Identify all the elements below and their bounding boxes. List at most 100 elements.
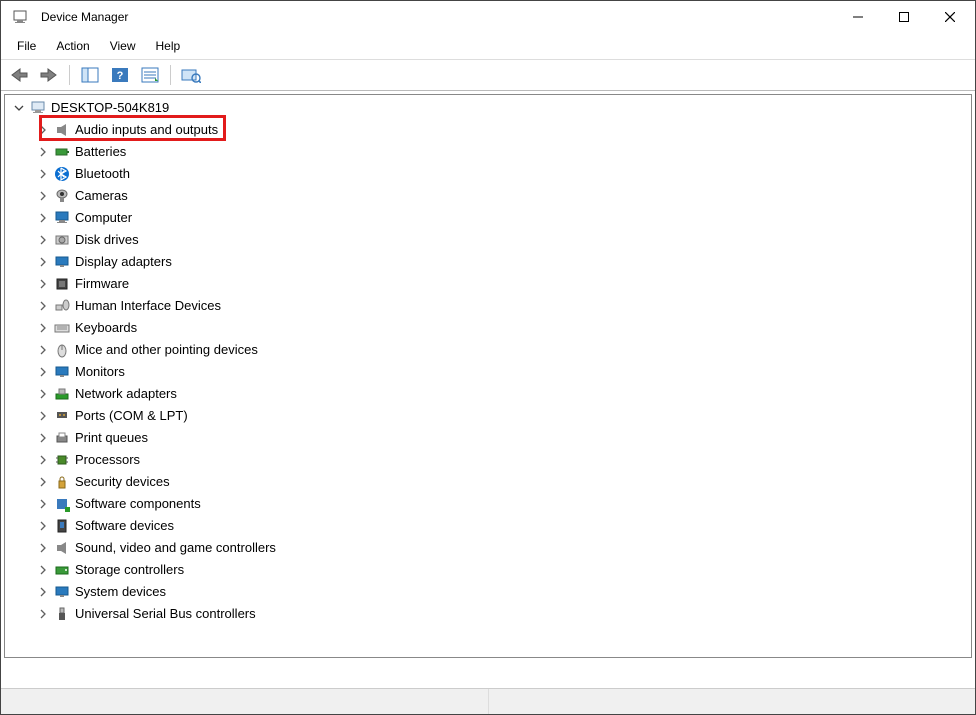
- toolbar-separator: [170, 65, 171, 85]
- chevron-right-icon[interactable]: [37, 344, 49, 356]
- tree-item-label: Batteries: [75, 141, 126, 163]
- tree-item[interactable]: Software components: [5, 493, 971, 515]
- category-icon: [53, 561, 71, 579]
- category-icon: [53, 495, 71, 513]
- chevron-right-icon[interactable]: [37, 432, 49, 444]
- toolbar: ?: [1, 60, 975, 91]
- category-icon: [53, 209, 71, 227]
- category-icon: [53, 341, 71, 359]
- category-icon: [53, 517, 71, 535]
- window-title: Device Manager: [41, 10, 128, 24]
- menu-file[interactable]: File: [9, 35, 44, 57]
- chevron-right-icon[interactable]: [37, 190, 49, 202]
- tree-item[interactable]: Security devices: [5, 471, 971, 493]
- tree-item[interactable]: Audio inputs and outputs: [5, 119, 971, 141]
- tree-item-label: Security devices: [75, 471, 170, 493]
- tree-item[interactable]: Mice and other pointing devices: [5, 339, 971, 361]
- chevron-right-icon[interactable]: [37, 300, 49, 312]
- chevron-right-icon[interactable]: [37, 278, 49, 290]
- tree-item[interactable]: Software devices: [5, 515, 971, 537]
- chevron-right-icon[interactable]: [37, 124, 49, 136]
- back-button[interactable]: [7, 64, 31, 86]
- chevron-right-icon[interactable]: [37, 388, 49, 400]
- maximize-button[interactable]: [881, 2, 927, 32]
- tree-item[interactable]: Processors: [5, 449, 971, 471]
- category-icon: [53, 121, 71, 139]
- chevron-right-icon[interactable]: [37, 146, 49, 158]
- category-icon: [53, 429, 71, 447]
- tree-root[interactable]: DESKTOP-504K819: [5, 97, 971, 119]
- svg-text:?: ?: [117, 70, 124, 82]
- chevron-right-icon[interactable]: [37, 564, 49, 576]
- chevron-right-icon[interactable]: [37, 498, 49, 510]
- properties-button[interactable]: [138, 64, 162, 86]
- chevron-right-icon[interactable]: [37, 234, 49, 246]
- tree-item[interactable]: Network adapters: [5, 383, 971, 405]
- tree-item-label: Cameras: [75, 185, 128, 207]
- tree-item-label: Ports (COM & LPT): [75, 405, 188, 427]
- tree-item[interactable]: Firmware: [5, 273, 971, 295]
- statusbar: [1, 688, 975, 714]
- forward-button[interactable]: [37, 64, 61, 86]
- category-icon: [53, 539, 71, 557]
- chevron-right-icon[interactable]: [37, 608, 49, 620]
- chevron-right-icon[interactable]: [37, 322, 49, 334]
- tree-item-label: Disk drives: [75, 229, 139, 251]
- category-icon: [53, 165, 71, 183]
- category-icon: [53, 319, 71, 337]
- tree-item[interactable]: Disk drives: [5, 229, 971, 251]
- tree-item[interactable]: Monitors: [5, 361, 971, 383]
- tree-item-label: Software devices: [75, 515, 174, 537]
- chevron-right-icon[interactable]: [37, 454, 49, 466]
- tree-item[interactable]: Cameras: [5, 185, 971, 207]
- show-hide-console-button[interactable]: [78, 64, 102, 86]
- scan-hardware-button[interactable]: [179, 64, 203, 86]
- chevron-right-icon[interactable]: [37, 366, 49, 378]
- tree-item[interactable]: Print queues: [5, 427, 971, 449]
- chevron-right-icon[interactable]: [37, 212, 49, 224]
- tree-item[interactable]: Sound, video and game controllers: [5, 537, 971, 559]
- tree-item-label: Firmware: [75, 273, 129, 295]
- chevron-down-icon[interactable]: [13, 102, 25, 114]
- close-button[interactable]: [927, 2, 973, 32]
- tree-item[interactable]: Storage controllers: [5, 559, 971, 581]
- toolbar-separator: [69, 65, 70, 85]
- tree-item[interactable]: Computer: [5, 207, 971, 229]
- tree-item[interactable]: System devices: [5, 581, 971, 603]
- tree-item-label: Storage controllers: [75, 559, 184, 581]
- tree-item-label: Human Interface Devices: [75, 295, 221, 317]
- tree-item[interactable]: Display adapters: [5, 251, 971, 273]
- app-icon: [11, 8, 29, 26]
- tree-item[interactable]: Keyboards: [5, 317, 971, 339]
- minimize-button[interactable]: [835, 2, 881, 32]
- tree-item[interactable]: Batteries: [5, 141, 971, 163]
- chevron-right-icon[interactable]: [37, 256, 49, 268]
- chevron-right-icon[interactable]: [37, 476, 49, 488]
- tree-item-label: Universal Serial Bus controllers: [75, 603, 256, 625]
- chevron-right-icon[interactable]: [37, 168, 49, 180]
- category-icon: [53, 231, 71, 249]
- chevron-right-icon[interactable]: [37, 410, 49, 422]
- chevron-right-icon[interactable]: [37, 586, 49, 598]
- tree-item-label: Mice and other pointing devices: [75, 339, 258, 361]
- status-pane-right: [489, 689, 976, 714]
- chevron-right-icon[interactable]: [37, 542, 49, 554]
- tree-root-label: DESKTOP-504K819: [51, 97, 169, 119]
- tree-item-label: Bluetooth: [75, 163, 130, 185]
- tree-item[interactable]: Bluetooth: [5, 163, 971, 185]
- tree-item[interactable]: Universal Serial Bus controllers: [5, 603, 971, 625]
- menubar: File Action View Help: [1, 33, 975, 60]
- tree-item-label: Display adapters: [75, 251, 172, 273]
- tree-item[interactable]: Ports (COM & LPT): [5, 405, 971, 427]
- tree-item-label: Print queues: [75, 427, 148, 449]
- help-button[interactable]: ?: [108, 64, 132, 86]
- chevron-right-icon[interactable]: [37, 520, 49, 532]
- menu-view[interactable]: View: [102, 35, 144, 57]
- tree-item-label: System devices: [75, 581, 166, 603]
- tree-item-label: Network adapters: [75, 383, 177, 405]
- computer-icon: [29, 99, 47, 117]
- menu-action[interactable]: Action: [48, 35, 97, 57]
- tree-item-label: Processors: [75, 449, 140, 471]
- menu-help[interactable]: Help: [148, 35, 189, 57]
- tree-item[interactable]: Human Interface Devices: [5, 295, 971, 317]
